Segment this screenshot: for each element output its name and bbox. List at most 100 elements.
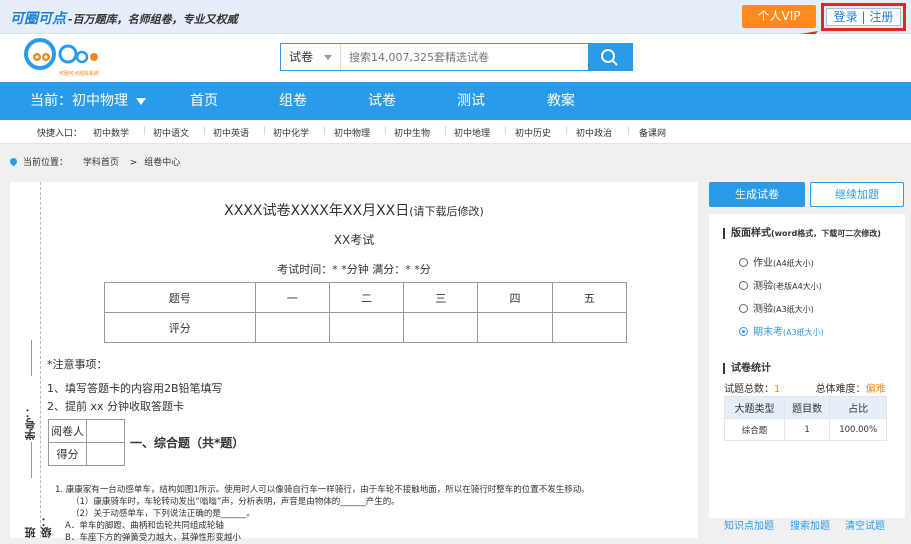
table-header-cell: 二 (328, 282, 405, 313)
layout-option-final[interactable]: 期末考(A3纸大小) (739, 323, 824, 338)
option-label: 作业 (753, 258, 773, 269)
register-link[interactable]: 注册 (869, 10, 893, 24)
table-cell (86, 442, 125, 466)
quick-link[interactable]: 初中地理 (454, 126, 490, 139)
vip-button[interactable]: 个人VIP (742, 5, 816, 28)
option-label: 测验 (753, 304, 773, 315)
layout-option-quiz-old[interactable]: 测验(老版A4大小) (739, 277, 822, 292)
table-header-cell: 五 (551, 282, 628, 313)
difficulty-value: 偏难 (865, 384, 886, 395)
notice: *注意事项： 1、填写答题卡的内容用2B铅笔填写 2、提前 xx 分钟收取答题卡 (47, 355, 223, 421)
clear-questions-link[interactable]: 清空试题 (845, 517, 885, 532)
quick-link[interactable]: 初中物理 (334, 126, 370, 139)
quick-link[interactable]: 初中政治 (576, 126, 612, 139)
table-header-cell: 大题类型 (724, 396, 785, 419)
divider: | (263, 126, 267, 136)
table-header-cell: 题号 (104, 282, 256, 313)
quick-link[interactable]: 初中英语 (213, 126, 249, 139)
search-button[interactable] (588, 44, 632, 70)
table-row: 评分 (104, 312, 628, 343)
table-row: 题号 一 二 三 四 五 (104, 282, 628, 313)
login-highlight-box: 登录 | 注册 (821, 3, 906, 31)
question-types-table: 大题类型 题目数 占比 综合题 1 100.00% (724, 396, 887, 441)
breadcrumb: 当前位置： 学科首页 > 组卷中心 (8, 155, 181, 168)
side-label-student-id: 学号： (24, 407, 37, 440)
question-line: （1）康康骑车时，车轮转动发出“嗡嗡”声，分析表明，声音是由物体的______产… (71, 497, 400, 507)
table-header-cell: 一 (254, 282, 330, 313)
main-nav: 当前：初中物理 首页 组卷 试卷 测试 教案 (0, 82, 911, 120)
option-label: 测验 (753, 281, 773, 292)
question-line: B．车座下方的弹簧受力越大，其弹性形变越小 (65, 533, 241, 543)
logo-subtitle: 可圈可点题库系统 (59, 71, 100, 77)
side-label-class: 班级： (24, 516, 53, 538)
divider: | (504, 126, 508, 136)
quick-link[interactable]: 初中数学 (93, 126, 129, 139)
paper-subtitle: XX考试 (333, 233, 375, 247)
table-header-cell: 三 (403, 282, 479, 313)
side-rule (31, 340, 32, 376)
nav-item-lessons[interactable]: 教案 (547, 82, 575, 120)
table-cell (551, 312, 628, 343)
divider: | (627, 126, 631, 136)
layout-style-note: (word格式，下载可二次修改) (771, 229, 881, 238)
nav-item-compose[interactable]: 组卷 (279, 82, 307, 120)
divider: | (143, 126, 147, 136)
table-cell: 阅卷人 (48, 419, 87, 443)
generate-paper-button[interactable]: 生成试卷 (709, 182, 805, 207)
table-cell (254, 312, 330, 343)
breadcrumb-label: 当前位置： (23, 158, 69, 168)
table-cell (86, 419, 125, 443)
quick-link[interactable]: 初中化学 (273, 126, 309, 139)
login-register-links: 登录 | 注册 (826, 8, 901, 26)
option-note: (老版A4大小) (773, 282, 822, 291)
nav-item-papers[interactable]: 试卷 (368, 82, 396, 120)
login-link[interactable]: 登录 (834, 10, 858, 24)
quick-link[interactable]: 初中生物 (394, 126, 430, 139)
table-row: 大题类型 题目数 占比 (724, 396, 887, 419)
search-bar: 试卷 (280, 43, 633, 71)
breadcrumb-home[interactable]: 学科首页 (83, 158, 119, 168)
search-type-select[interactable]: 试卷 (281, 44, 341, 70)
table-cell: 评分 (104, 312, 256, 343)
caret-down-icon (136, 97, 146, 105)
location-pin-icon (8, 156, 19, 167)
site-header: 可圈可点题库系统 试卷 (0, 34, 911, 82)
paper-preview: 学号： 班级： XXXX试卷XXXX年XX月XX日(请下载后修改) XX考试 考… (10, 182, 698, 543)
paper-time: 考试时间：* *分钟 满分：* *分 (277, 263, 431, 276)
total-label: 试题总数： (724, 384, 774, 395)
layout-style-title: 版面样式 (731, 228, 771, 239)
search-add-link[interactable]: 搜索加题 (790, 517, 830, 532)
breadcrumb-current: 组卷中心 (144, 158, 181, 168)
question-line: （2）关于动感单车，下列说法正确的是______。 (71, 509, 255, 519)
subject-switcher[interactable]: 当前：初中物理 (30, 82, 146, 120)
question-line: A．单车的脚蹬、曲柄和齿轮共同组成轮轴 (65, 521, 224, 531)
notice-title: *注意事项： (47, 358, 108, 371)
paper-title-note: (请下载后修改) (409, 205, 484, 218)
reviewer-table: 阅卷人 得分 (48, 419, 125, 466)
option-note: (A4纸大小) (773, 259, 814, 268)
site-logo[interactable]: 可圈可点题库系统 (24, 37, 124, 79)
brand-slogan: -百万题库，名师组卷，专业又权威 (68, 13, 238, 26)
knowledge-add-link[interactable]: 知识点加题 (724, 517, 774, 532)
brand-name[interactable]: 可圈可点 (10, 8, 66, 28)
quick-link[interactable]: 初中历史 (515, 126, 551, 139)
nav-item-tests[interactable]: 测试 (457, 82, 485, 120)
table-cell: 综合题 (724, 418, 785, 441)
table-header-cell: 题目数 (783, 396, 831, 419)
nav-item-home[interactable]: 首页 (190, 82, 218, 120)
search-type-value: 试卷 (289, 50, 314, 64)
quick-link[interactable]: 初中语文 (153, 126, 189, 139)
layout-option-quiz-a3[interactable]: 测验(A3纸大小) (739, 300, 814, 315)
continue-add-button[interactable]: 继续加题 (810, 182, 904, 207)
notice-item: 2、提前 xx 分钟收取答题卡 (47, 400, 185, 413)
table-cell: 1 (783, 418, 831, 441)
option-note: (A3纸大小) (773, 305, 814, 314)
layout-option-homework[interactable]: 作业(A4纸大小) (739, 254, 814, 269)
side-rule (31, 442, 32, 478)
table-row: 得分 (48, 442, 125, 466)
search-input[interactable] (341, 44, 589, 70)
divider: | (565, 126, 569, 136)
table-cell (328, 312, 405, 343)
quick-link[interactable]: 备课网 (639, 126, 666, 139)
search-icon (601, 49, 618, 66)
